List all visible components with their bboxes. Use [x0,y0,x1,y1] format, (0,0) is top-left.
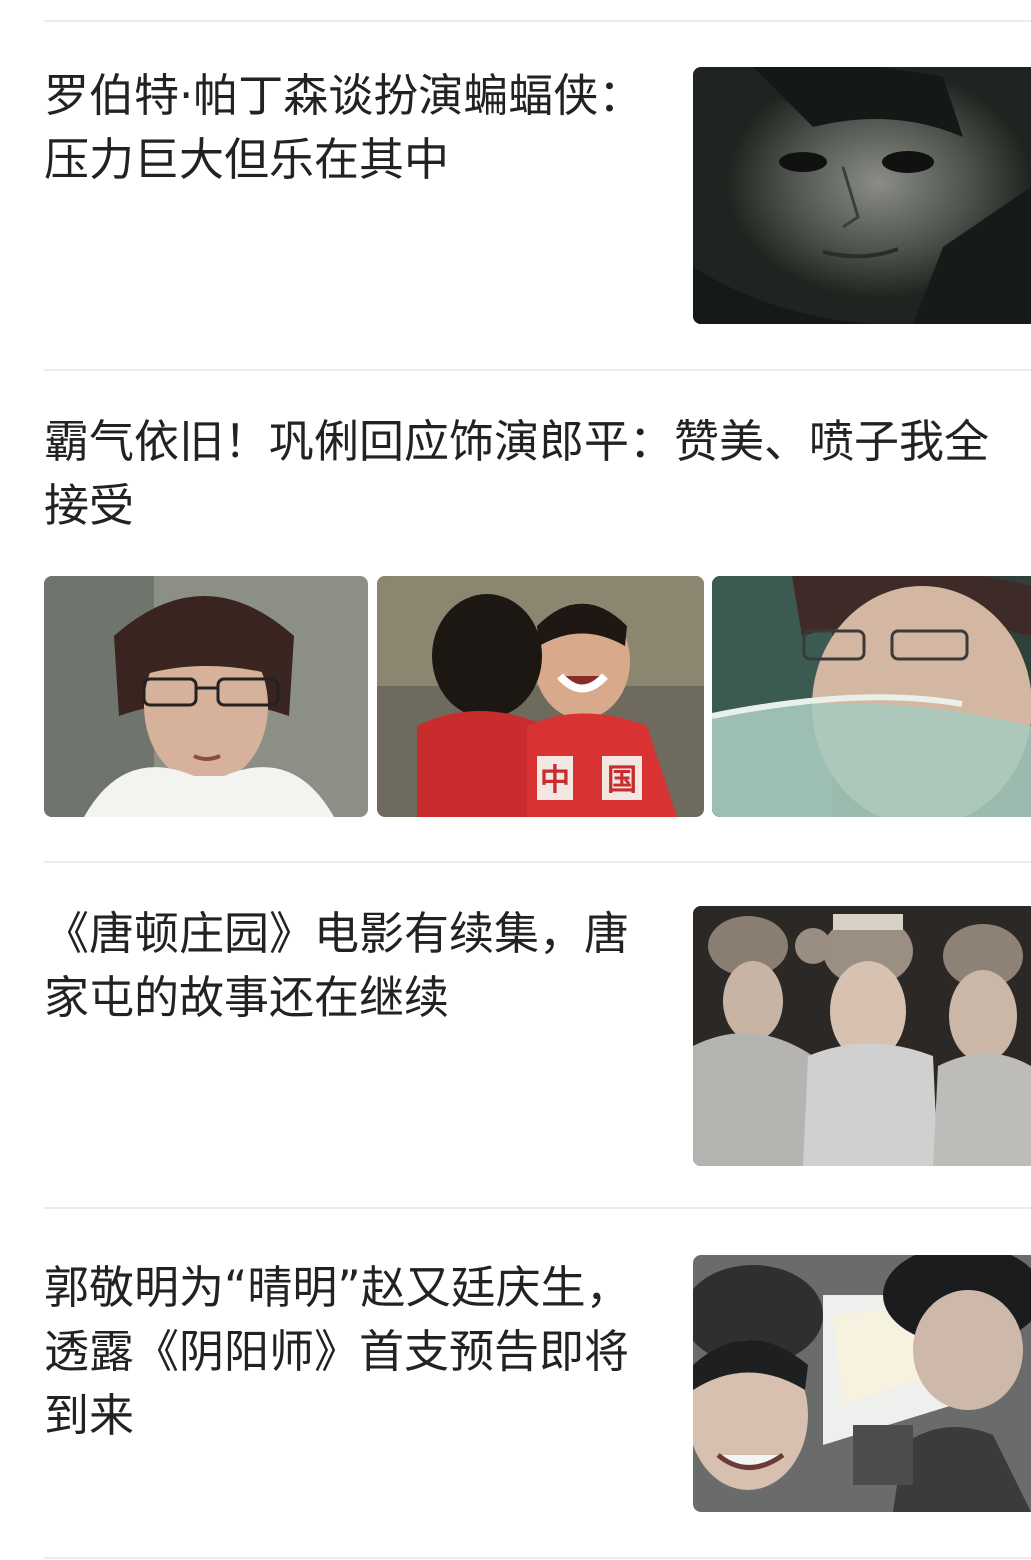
news-item-1[interactable]: 罗伯特·帕丁森谈扮演蝙蝠侠：压力巨大但乐在其中 [0,0,1031,370]
jersey-text-right: 国 [607,763,637,798]
news-item-image-1[interactable] [44,576,368,817]
news-item-title[interactable]: 霸气依旧！巩俐回应饰演郎平：赞美、喷子我全接受 [44,410,1031,538]
news-item-title[interactable]: 郭敬明为“晴明”赵又廷庆生，透露《阴阳师》首支预告即将到来 [44,1256,644,1448]
news-item-4[interactable]: 郭敬明为“晴明”赵又廷庆生，透露《阴阳师》首支预告即将到来 [0,1208,1031,1558]
news-item-thumbnail[interactable] [693,1255,1031,1512]
news-item-3[interactable]: 《唐顿庄园》电影有续集，唐家屯的故事还在继续 [0,862,1031,1208]
news-item-image-3[interactable] [712,576,1031,817]
jersey-text-left: 中 [540,763,570,798]
news-item-title[interactable]: 罗伯特·帕丁森谈扮演蝙蝠侠：压力巨大但乐在其中 [44,64,644,192]
news-item-title[interactable]: 《唐顿庄园》电影有续集，唐家屯的故事还在继续 [44,902,644,1030]
divider [44,1557,1031,1559]
news-item-image-2[interactable]: 中 国 [377,576,704,817]
news-item-thumbnail[interactable] [693,67,1031,324]
news-item-thumbnail[interactable] [693,906,1031,1166]
